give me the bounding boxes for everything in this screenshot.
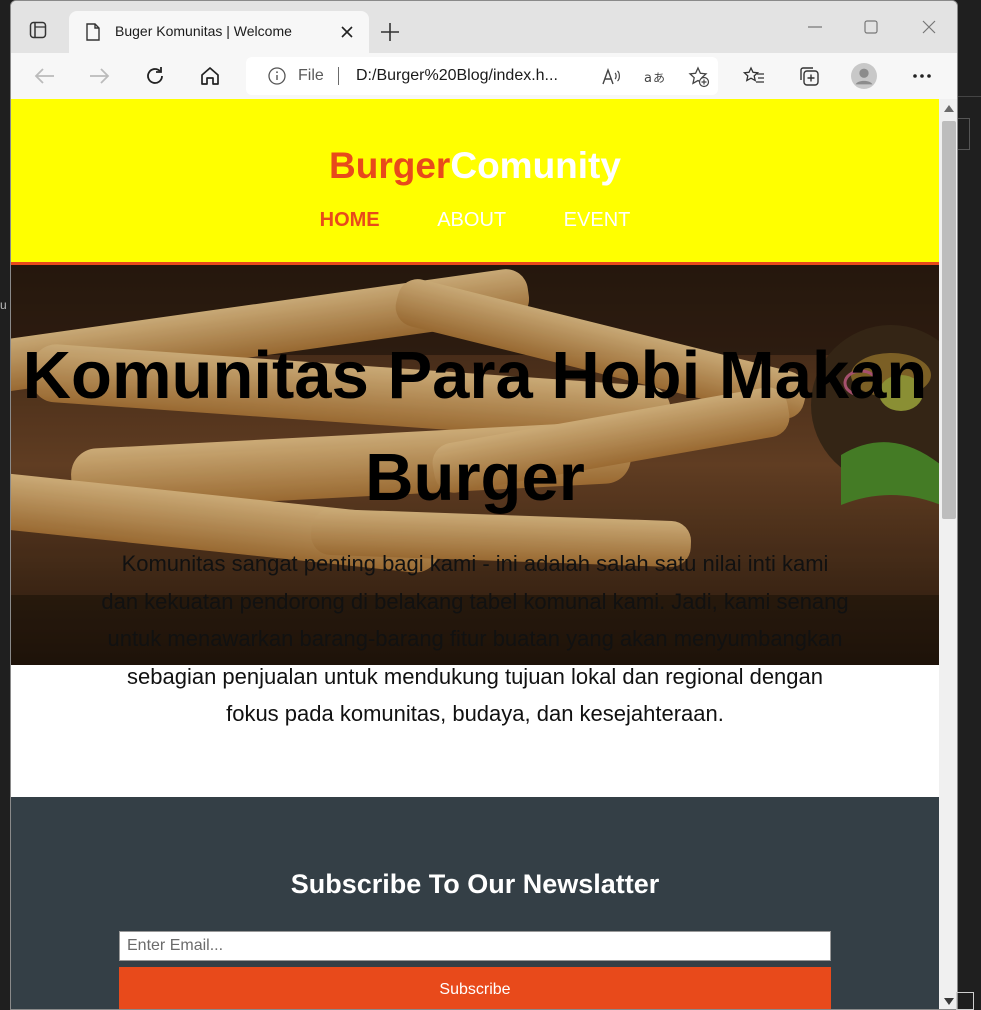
- address-url[interactable]: D:/Burger%20Blog/index.h...: [356, 67, 558, 85]
- minimize-icon[interactable]: [803, 17, 827, 37]
- info-icon[interactable]: [268, 67, 286, 85]
- outside-window-edge: [958, 118, 970, 150]
- maximize-icon[interactable]: [859, 17, 883, 37]
- tab-actions-icon[interactable]: [27, 19, 49, 41]
- newsletter-section: Subscribe To Our Newslatter Subscribe: [11, 797, 939, 1009]
- site-logo[interactable]: BurgerComunity: [11, 145, 939, 187]
- refresh-icon[interactable]: [142, 63, 168, 89]
- back-icon[interactable]: [31, 63, 57, 89]
- read-aloud-icon[interactable]: [600, 66, 622, 88]
- site-header: BurgerComunity HOME ABOUT EVENT: [11, 99, 939, 265]
- nav-home[interactable]: HOME: [320, 209, 380, 232]
- translate-icon[interactable]: aあ: [644, 66, 666, 88]
- page-icon: [85, 23, 101, 41]
- logo-part-1: Burger: [329, 145, 451, 186]
- hero-description: Komunitas sangat penting bagi kami - ini…: [101, 551, 849, 726]
- newsletter-title: Subscribe To Our Newslatter: [290, 869, 660, 899]
- outside-window-line: [958, 96, 981, 97]
- active-tab[interactable]: Buger Komunitas | Welcome: [69, 11, 369, 53]
- browser-window: Buger Komunitas | Welcome File D:/Burger…: [10, 0, 958, 1010]
- more-icon[interactable]: [909, 63, 935, 89]
- email-field[interactable]: [119, 931, 831, 961]
- address-separator: [338, 67, 339, 85]
- resize-grip[interactable]: [956, 992, 974, 1010]
- forward-icon[interactable]: [87, 63, 113, 89]
- address-scheme: File: [298, 67, 324, 84]
- tab-title: Buger Komunitas | Welcome: [115, 23, 292, 39]
- profile-icon[interactable]: [851, 63, 877, 89]
- plus-icon[interactable]: [379, 21, 401, 43]
- scroll-up-icon[interactable]: [944, 105, 954, 112]
- address-bar[interactable]: File D:/Burger%20Blog/index.h... aあ: [246, 57, 718, 95]
- outside-window-text: u: [0, 298, 7, 312]
- nav-about[interactable]: ABOUT: [437, 209, 506, 232]
- tab-bar: Buger Komunitas | Welcome: [11, 1, 957, 53]
- svg-text:a: a: [644, 71, 652, 86]
- browser-toolbar: File D:/Burger%20Blog/index.h... aあ: [11, 53, 957, 99]
- main-nav: HOME ABOUT EVENT: [11, 209, 939, 232]
- nav-event[interactable]: EVENT: [564, 209, 631, 232]
- svg-text:あ: あ: [653, 71, 665, 85]
- scroll-down-icon[interactable]: [944, 998, 954, 1005]
- scroll-thumb[interactable]: [942, 121, 956, 519]
- logo-part-2: Comunity: [450, 145, 621, 186]
- add-favorite-icon[interactable]: [688, 66, 710, 88]
- page-viewport: BurgerComunity HOME ABOUT EVENT Komunita…: [11, 99, 939, 1009]
- close-window-icon[interactable]: [917, 17, 941, 37]
- collections-icon[interactable]: [796, 63, 822, 89]
- close-icon[interactable]: [337, 22, 357, 42]
- subscribe-button[interactable]: Subscribe: [119, 967, 831, 1009]
- hero-title: Komunitas Para Hobi Makan Burger: [22, 338, 928, 515]
- favorites-icon[interactable]: [741, 63, 767, 89]
- page-scrollbar[interactable]: [939, 99, 957, 1009]
- home-icon[interactable]: [197, 63, 223, 89]
